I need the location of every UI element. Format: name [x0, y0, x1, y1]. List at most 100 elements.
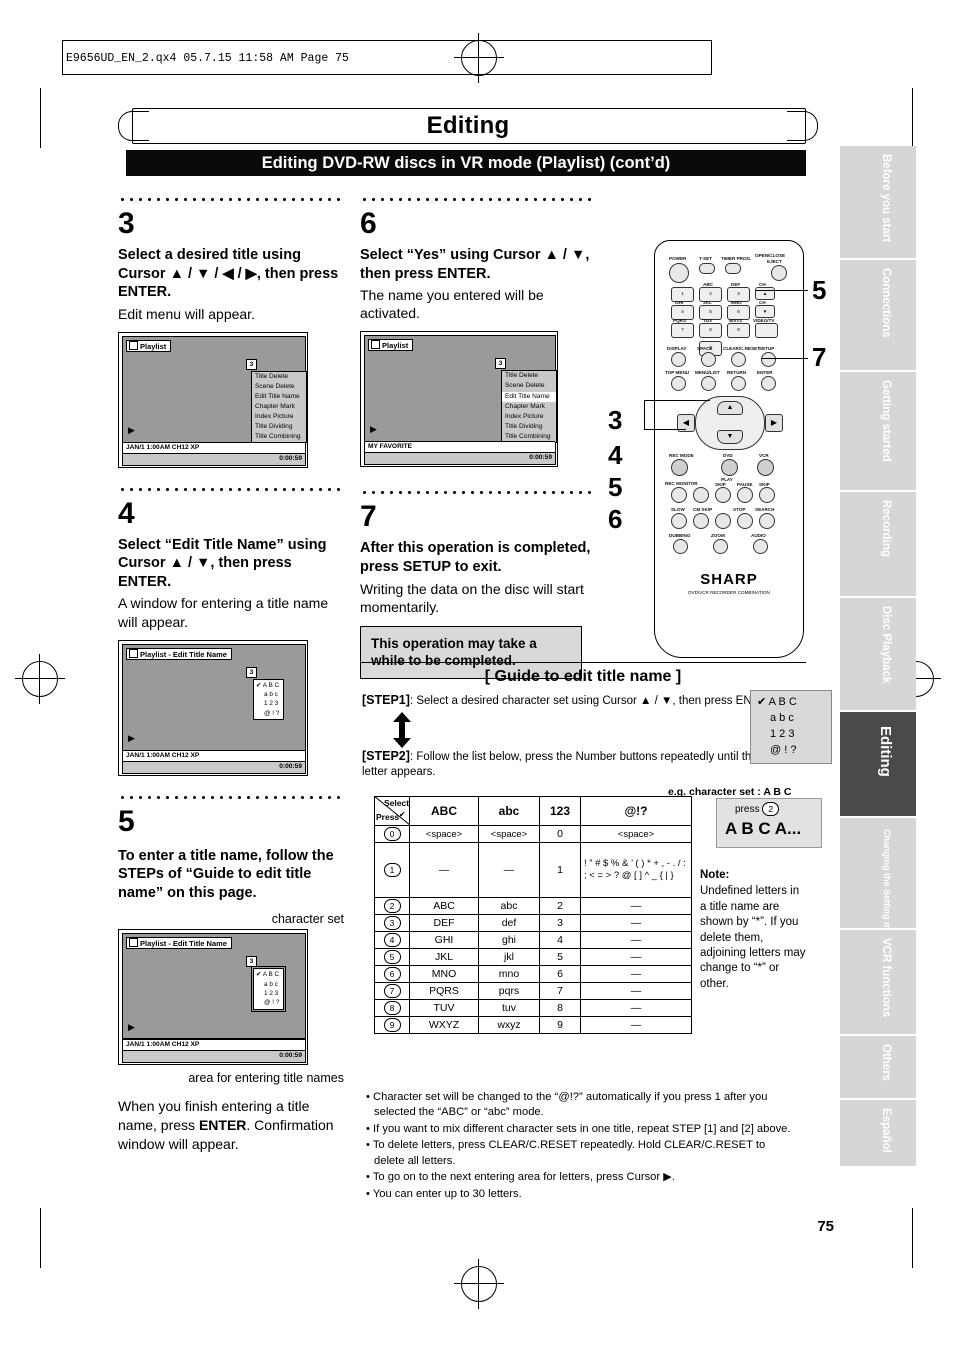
charset-row-abc: ✔ A B C: [256, 681, 280, 689]
osd-window-title: Playlist: [368, 339, 414, 352]
cell-abc-lower: jkl: [478, 948, 540, 966]
charset-row-123: 1 2 3: [264, 700, 279, 708]
callout-line-cursor-vert: [644, 400, 646, 430]
video-tv-button[interactable]: [755, 323, 778, 338]
step-7-detail: Writing the data on the disc will start …: [360, 580, 584, 615]
osd-character-set-box[interactable]: ✔ A B C a b c 1 2 3 @ ! ?: [250, 966, 287, 1012]
side-tab-recording[interactable]: Recording: [840, 492, 916, 598]
page-title-banner: Editing: [118, 108, 818, 144]
cursor-down-button[interactable]: ▼: [717, 430, 743, 444]
osd-elapsed-time: 0:00:59: [279, 1052, 302, 1060]
side-tab-label: Disc Playback: [880, 606, 892, 684]
step-4-number: 4: [118, 496, 135, 530]
power-button[interactable]: [669, 263, 689, 283]
key-cell: 7: [374, 982, 410, 1000]
pause-button[interactable]: [737, 487, 753, 503]
menu-item-title-combining[interactable]: Title Combining: [502, 432, 556, 442]
audio-button[interactable]: [753, 539, 768, 554]
skip-forward-button[interactable]: [759, 487, 775, 503]
side-tab-disc-playback[interactable]: Disc Playback: [840, 598, 916, 712]
menu-item-title-combining[interactable]: Title Combining: [252, 432, 306, 442]
side-tab-label: Others: [880, 1044, 892, 1082]
step-6-number: 6: [360, 207, 377, 240]
step-5-instruction: To enter a title name, follow the STEPs …: [118, 847, 334, 901]
step-4-instruction: Select “Edit Title Name” using Cursor ▲ …: [118, 536, 327, 590]
timer-prog-button[interactable]: [725, 263, 741, 274]
open-close-button[interactable]: [771, 265, 787, 281]
monitor-button[interactable]: [693, 487, 709, 503]
setup-label: SETUP: [759, 346, 775, 351]
setup-button[interactable]: [761, 352, 776, 367]
zoom-button[interactable]: [713, 539, 728, 554]
callout-5-top: 5: [812, 275, 827, 305]
osd-edit-menu: Title Delete Scene Delete Edit Title Nam…: [501, 370, 557, 443]
menu-item-scene-delete[interactable]: Scene Delete: [252, 382, 306, 392]
table-row: 5 JKL jkl 5 —: [374, 948, 692, 966]
dotted-rule: [118, 793, 344, 801]
cell-123: 7: [539, 982, 581, 1000]
stop-button[interactable]: [737, 513, 753, 529]
space-button[interactable]: [701, 352, 716, 367]
key-7[interactable]: 7: [671, 323, 694, 338]
menu-item-title-delete[interactable]: Title Delete: [252, 372, 306, 382]
cell-abc: WXYZ: [409, 1016, 479, 1034]
dubbing-button[interactable]: [673, 539, 688, 554]
charset-caption: character set: [271, 912, 344, 927]
osd-character-set-box[interactable]: ✔ A B C a b c 1 2 3 @ ! ?: [253, 678, 285, 720]
menu-item-edit-title-name[interactable]: Edit Title Name: [252, 392, 306, 402]
side-tab-changing-setting-menu[interactable]: Changing the Setting menu: [840, 818, 916, 946]
page-title: Editing: [426, 112, 510, 139]
menu-item-index-picture[interactable]: Index Picture: [252, 412, 306, 422]
return-button[interactable]: [731, 376, 746, 391]
menu-list-button[interactable]: [701, 376, 716, 391]
rec-button[interactable]: [671, 487, 687, 503]
cursor-right-button[interactable]: ▶: [765, 414, 783, 432]
display-button[interactable]: [671, 352, 686, 367]
clear-reset-button[interactable]: [731, 352, 746, 367]
menu-item-title-delete[interactable]: Title Delete: [502, 371, 556, 381]
rewind-button[interactable]: [715, 513, 731, 529]
channel-down-button[interactable]: ▼: [755, 305, 775, 318]
top-menu-button[interactable]: [671, 376, 686, 391]
key-9[interactable]: 9: [727, 323, 750, 338]
osd-status-left: JAN/1 1:00AM CH12 XP: [126, 751, 200, 759]
skip-back-button[interactable]: [715, 487, 731, 503]
slow-button[interactable]: [671, 513, 687, 529]
menu-item-chapter-mark[interactable]: Chapter Mark: [502, 402, 556, 412]
tset-button[interactable]: [699, 263, 715, 274]
press-key-2[interactable]: 2: [762, 802, 780, 816]
osd-thumb-index: 3: [246, 956, 257, 968]
cell-abc: TUV: [409, 999, 479, 1017]
osd-title-name: MY FAVORITE: [368, 443, 413, 451]
step-3-detail: Edit menu will appear.: [118, 305, 255, 322]
key-8[interactable]: 8: [699, 323, 722, 338]
vcr-button[interactable]: [757, 459, 774, 476]
cell-symbols: ! ” # $ % & ’ ( ) * + , - . / : ; < = > …: [580, 842, 692, 898]
side-tab-vcr-functions[interactable]: VCR functions: [840, 930, 916, 1036]
cell-123: 1: [539, 842, 581, 898]
channel-up-button[interactable]: ▲: [755, 287, 775, 300]
menu-item-scene-delete[interactable]: Scene Delete: [502, 381, 556, 391]
rec-monitor-button[interactable]: [671, 459, 688, 476]
menu-item-title-dividing[interactable]: Title Dividing: [502, 422, 556, 432]
side-tab-others[interactable]: Others: [840, 1036, 916, 1100]
cm-skip-button[interactable]: [693, 513, 709, 529]
menu-item-chapter-mark[interactable]: Chapter Mark: [252, 402, 306, 412]
menu-item-title-dividing[interactable]: Title Dividing: [252, 422, 306, 432]
sample-row-123: 1 2 3: [770, 727, 795, 740]
side-tab-espanol[interactable]: Español: [840, 1100, 916, 1168]
cursor-up-button[interactable]: ▲: [717, 401, 743, 415]
table-row: 4 GHI ghi 4 —: [374, 931, 692, 949]
registration-mark-left: [15, 654, 65, 704]
enter-button[interactable]: [761, 376, 776, 391]
menu-item-edit-title-name[interactable]: Edit Title Name: [502, 391, 556, 402]
side-tab-connections[interactable]: Connections: [840, 260, 916, 372]
osd-progress-bar: 0:00:59: [123, 452, 305, 465]
search-button[interactable]: [759, 513, 775, 529]
side-tab-editing[interactable]: Editing: [840, 712, 916, 818]
menu-item-index-picture[interactable]: Index Picture: [502, 412, 556, 422]
side-tab-getting-started[interactable]: Getting started: [840, 372, 916, 492]
side-tab-before-you-start[interactable]: Before you start: [840, 146, 916, 260]
dvd-button[interactable]: [721, 459, 738, 476]
header-rule-bottom: [62, 74, 712, 75]
